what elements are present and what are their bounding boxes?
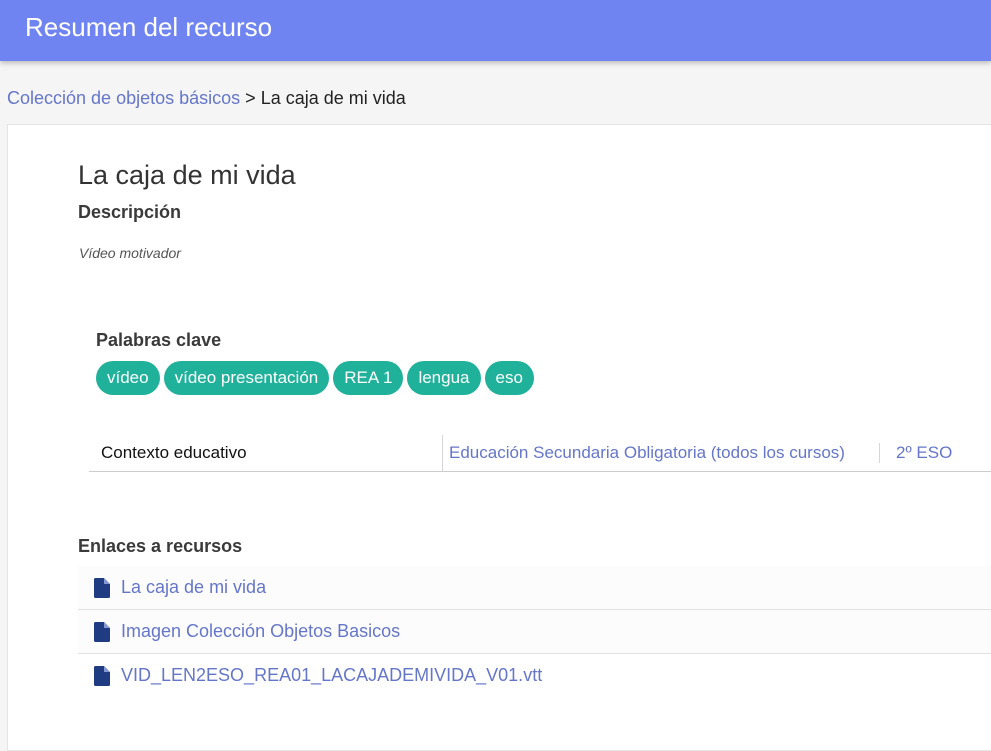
course-link[interactable]: 2º ESO — [896, 442, 952, 464]
breadcrumb-link-collection[interactable]: Colección de objetos básicos — [7, 88, 240, 108]
educational-context-label: Contexto educativo — [101, 443, 247, 462]
resource-link-row[interactable]: La caja de mi vida — [78, 566, 991, 610]
breadcrumb: Colección de objetos básicos > La caja d… — [7, 87, 406, 109]
keyword-tag[interactable]: lengua — [407, 361, 481, 395]
resource-link[interactable]: VID_LEN2ESO_REA01_LACAJADEMIVIDA_V01.vtt — [121, 664, 542, 686]
keywords-label: Palabras clave — [96, 330, 222, 350]
resource-link-row[interactable]: VID_LEN2ESO_REA01_LACAJADEMIVIDA_V01.vtt — [78, 654, 991, 697]
breadcrumb-separator: > — [245, 88, 256, 108]
app-header: Resumen del recurso — [0, 0, 991, 61]
file-icon — [94, 622, 110, 642]
resource-links-label: Enlaces a recursos — [78, 536, 243, 556]
breadcrumb-current: La caja de mi vida — [260, 88, 406, 108]
keyword-tags: vídeo vídeo presentación REA 1 lengua es… — [96, 361, 534, 395]
keyword-tag[interactable]: vídeo presentación — [163, 361, 330, 395]
page-header-title: Resumen del recurso — [25, 12, 273, 42]
context-column-divider — [442, 435, 443, 471]
description-text: Vídeo motivador — [79, 245, 181, 261]
resource-link[interactable]: Imagen Colección Objetos Basicos — [121, 620, 400, 642]
resource-link[interactable]: La caja de mi vida — [121, 576, 266, 598]
educational-context-row: Contexto educativo Educación Secundaria … — [89, 435, 991, 472]
educational-level-link[interactable]: Educación Secundaria Obligatoria (todos … — [449, 442, 845, 464]
resource-link-row[interactable]: Imagen Colección Objetos Basicos — [78, 610, 991, 654]
context-value-separator — [879, 443, 880, 463]
file-icon — [94, 578, 110, 598]
resource-title: La caja de mi vida — [78, 160, 296, 190]
description-label: Descripción — [78, 202, 182, 222]
resource-links-list: La caja de mi vida Imagen Colección Obje… — [78, 566, 991, 697]
keyword-tag[interactable]: REA 1 — [333, 361, 404, 395]
keyword-tag[interactable]: vídeo — [96, 361, 160, 395]
file-icon — [94, 666, 110, 686]
keyword-tag[interactable]: eso — [484, 361, 534, 395]
